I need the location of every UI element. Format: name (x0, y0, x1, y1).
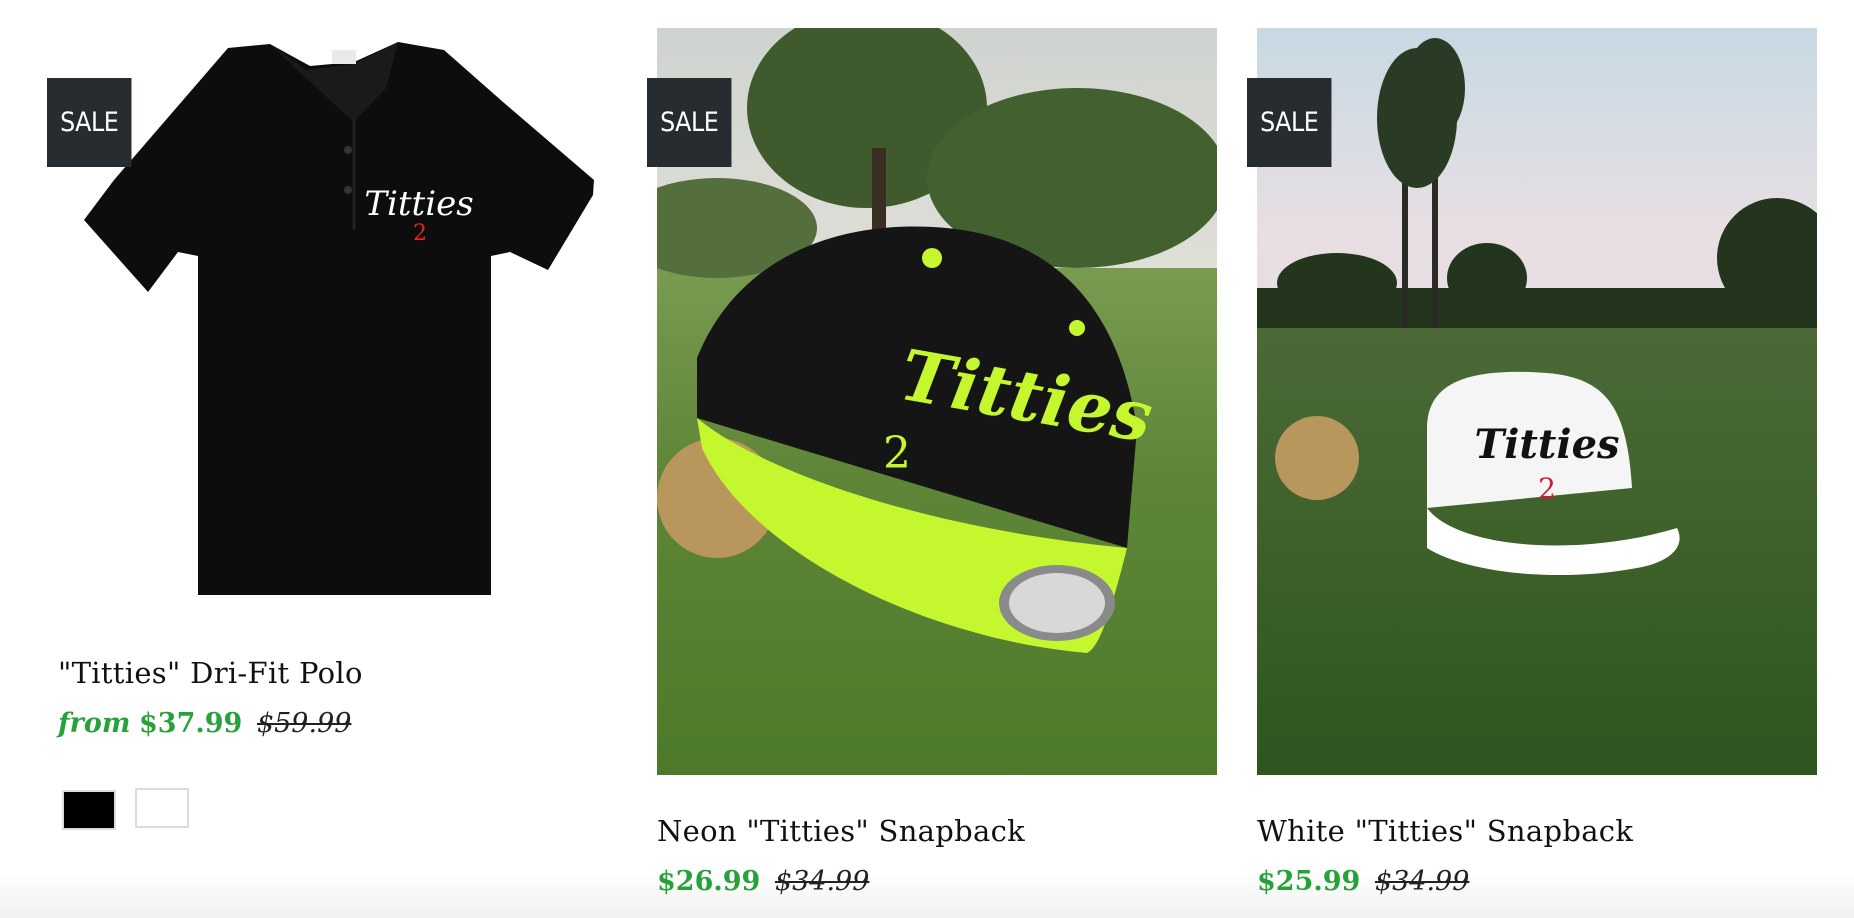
color-swatch-white[interactable] (135, 788, 189, 828)
sale-price: $37.99 (139, 708, 243, 739)
product-title[interactable]: "Titties" Dri-Fit Polo (58, 656, 363, 690)
color-swatch-black[interactable] (62, 790, 116, 830)
sale-badge: SALE (647, 78, 732, 167)
compare-at-price: $34.99 (774, 866, 870, 897)
product-price: from $37.99 $59.99 (58, 708, 351, 739)
white-cap-logo-number: 2 (1538, 472, 1556, 505)
compare-at-price: $59.99 (256, 708, 352, 739)
product-image-polo[interactable]: Titties 2 (48, 30, 608, 610)
sale-badge: SALE (1247, 78, 1332, 167)
price-prefix: from (58, 708, 131, 739)
neon-cap-logo-number: 2 (883, 428, 911, 479)
polo-logo-number: 2 (413, 221, 427, 246)
sale-price: $26.99 (657, 866, 761, 897)
product-title[interactable]: Neon "Titties" Snapback (657, 814, 1025, 848)
product-title[interactable]: White "Titties" Snapback (1257, 814, 1633, 848)
polo-shirt-image: Titties 2 (84, 42, 594, 595)
product-image-neon-snapback[interactable]: Titties 2 (657, 28, 1217, 775)
compare-at-price: $34.99 (1374, 866, 1470, 897)
product-price: $25.99 $34.99 (1257, 866, 1469, 897)
product-image-white-snapback[interactable]: Titties 2 (1257, 28, 1817, 775)
sale-price: $25.99 (1257, 866, 1361, 897)
product-price: $26.99 $34.99 (657, 866, 869, 897)
neon-snapback-photo: Titties 2 (657, 28, 1217, 775)
polo-logo-text: Titties (364, 184, 473, 224)
sale-badge: SALE (47, 78, 132, 167)
white-cap-logo-text: Titties (1474, 421, 1619, 468)
white-snapback-photo: Titties 2 (1257, 28, 1817, 775)
